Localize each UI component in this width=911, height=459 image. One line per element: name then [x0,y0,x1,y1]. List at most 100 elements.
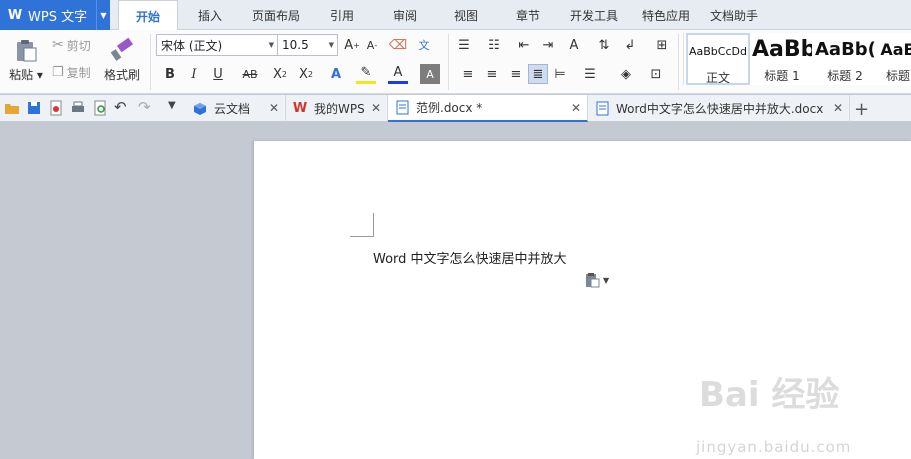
chevron-down-icon: ▼ [603,275,610,285]
ribbon: 粘贴 ▾ ✂ 剪切 ❐ 复制 格式刷 宋体 (正文) ▼ 10.5 ▼ A + A… [0,30,911,94]
border-icon[interactable]: ⊡ [646,64,666,84]
customize-toolbar-icon[interactable]: ▼ [168,100,184,116]
redo-icon[interactable]: ↷ [138,98,154,116]
close-icon[interactable]: ✕ [833,101,843,115]
styles-gallery: AaBbCcDd 正文 AaBb 标题 1 AaBb( 标题 2 AaB 标题 [683,33,911,85]
font-size-select[interactable]: 10.5 ▼ [277,34,338,56]
document-page[interactable]: Word 中文字怎么快速居中并放大 ▼ Bai 经验 jingyan.baidu… [254,141,911,459]
tab-view[interactable]: 视图 [444,0,488,30]
sort-icon[interactable]: ⇅ [594,35,614,55]
copy-button[interactable]: ❐ 复制 [52,62,91,82]
document-workspace: Word 中文字怎么快速居中并放大 ▼ Bai 经验 jingyan.baidu… [0,123,911,459]
clear-format-icon[interactable]: ⌫ [388,35,408,55]
align-center-icon[interactable]: ≡ [482,64,502,84]
shading-icon[interactable]: ◈ [616,64,636,84]
undo-icon[interactable]: ↶ [114,98,130,116]
format-painter-button[interactable]: 格式刷 [102,34,142,86]
tab-page-layout[interactable]: 页面布局 [245,0,307,30]
tab-label: 范例.docx * [416,101,483,115]
style-name: 标题 [885,69,910,83]
font-size-value: 10.5 [282,38,309,52]
close-icon[interactable]: ✕ [571,101,581,115]
tab-doc-assistant[interactable]: 文档助手 [705,0,763,30]
grow-font-icon[interactable]: A + [342,35,362,55]
close-icon[interactable]: ✕ [269,101,279,115]
print-preview-icon[interactable] [92,100,108,116]
paste-options-button[interactable]: ▼ [584,271,614,289]
save-icon[interactable] [26,100,42,116]
scissors-icon: ✂ [52,37,64,53]
chevron-down-icon[interactable]: ▼ [96,0,110,30]
text-effect-icon[interactable]: A [326,64,346,84]
chevron-down-icon: ▼ [268,41,274,49]
open-folder-icon[interactable] [4,100,20,116]
paste-label: 粘贴 [9,68,34,82]
tab-home[interactable]: 开始 [118,0,178,31]
distributed-icon[interactable]: ⊨ [550,64,570,84]
watermark-brand: Bai 经验 [699,375,840,415]
strikethrough-icon[interactable]: AB [240,64,260,84]
justify-icon[interactable]: ≣ [528,64,548,84]
tab-insert[interactable]: 插入 [186,0,234,30]
tab-review[interactable]: 审阅 [383,0,427,30]
highlight-icon[interactable]: ✎ [356,64,376,84]
font-name-value: 宋体 (正文) [161,38,223,53]
align-left-icon[interactable]: ≡ [458,64,478,84]
cut-button[interactable]: ✂ 剪切 [52,35,91,55]
phonetic-guide-icon[interactable]: 文 [414,35,434,55]
char-shading-icon[interactable]: A [420,64,440,84]
export-pdf-icon[interactable] [48,100,64,116]
divider [448,34,449,90]
style-heading-1[interactable]: AaBb 标题 1 [752,33,812,85]
tab-special[interactable]: 特色应用 [637,0,695,30]
paste-button[interactable]: 粘贴 ▾ [6,34,46,86]
underline-icon[interactable]: U [208,64,228,84]
style-sample: AaBbCcDd [689,45,747,58]
subscript-icon[interactable]: X2 [296,64,316,84]
style-normal[interactable]: AaBbCcDd 正文 [686,33,750,85]
style-name: 标题 1 [764,69,800,83]
copy-icon: ❐ [52,64,64,80]
close-icon[interactable]: ✕ [371,101,381,115]
line-spacing-icon[interactable]: ☰ [580,64,600,84]
align-right-icon[interactable]: ≡ [506,64,526,84]
watermark-url: jingyan.baidu.com [696,438,852,456]
tab-cloud-docs[interactable]: 云文档 ✕ [186,95,286,122]
shrink-font-icon[interactable]: A- [362,35,382,55]
tab-word-doc[interactable]: Word中文字怎么快速居中并放大.docx ✕ [588,95,850,122]
print-icon[interactable] [70,100,86,116]
tab-section[interactable]: 章节 [506,0,550,30]
tab-references[interactable]: 引用 [320,0,364,30]
new-tab-icon[interactable]: + [854,99,869,120]
tab-my-wps[interactable]: W 我的WPS ✕ [286,95,388,122]
numbered-list-icon[interactable]: ☷ [484,35,504,55]
table-icon[interactable]: ⊞ [652,35,672,55]
copy-label: 复制 [66,65,91,80]
cube-icon [192,101,208,117]
char-scale-icon[interactable]: A [564,35,584,55]
style-name: 标题 2 [827,69,863,83]
tab-example-doc[interactable]: 范例.docx * ✕ [388,95,588,122]
document-text[interactable]: Word 中文字怎么快速居中并放大 [373,248,567,267]
style-sample: AaBb [752,37,812,62]
document-icon [394,100,410,116]
divider [678,34,679,90]
italic-icon[interactable]: I [184,64,204,84]
font-color-icon[interactable]: A [388,64,408,84]
superscript-icon[interactable]: X2 [270,64,290,84]
tab-developer[interactable]: 开发工具 [565,0,623,30]
font-name-select[interactable]: 宋体 (正文) ▼ [156,34,278,56]
bold-icon[interactable]: B [160,64,180,84]
show-marks-icon[interactable]: ↲ [620,35,640,55]
cut-label: 剪切 [66,38,91,53]
document-tab-bar: ↶ ↷ ▼ 云文档 ✕ W 我的WPS ✕ 范例.docx * ✕ Word中文… [0,95,911,122]
divider [150,34,151,90]
document-icon [594,101,610,117]
app-menu-button[interactable]: W WPS 文字 ▼ [0,0,110,30]
decrease-indent-icon[interactable]: ⇤ [514,35,534,55]
bullet-list-icon[interactable]: ☰ [454,35,474,55]
style-heading-2[interactable]: AaBb( 标题 2 [815,33,875,85]
style-heading-3[interactable]: AaB 标题 [878,33,911,85]
style-sample: AaB [880,40,911,59]
increase-indent-icon[interactable]: ⇥ [538,35,558,55]
